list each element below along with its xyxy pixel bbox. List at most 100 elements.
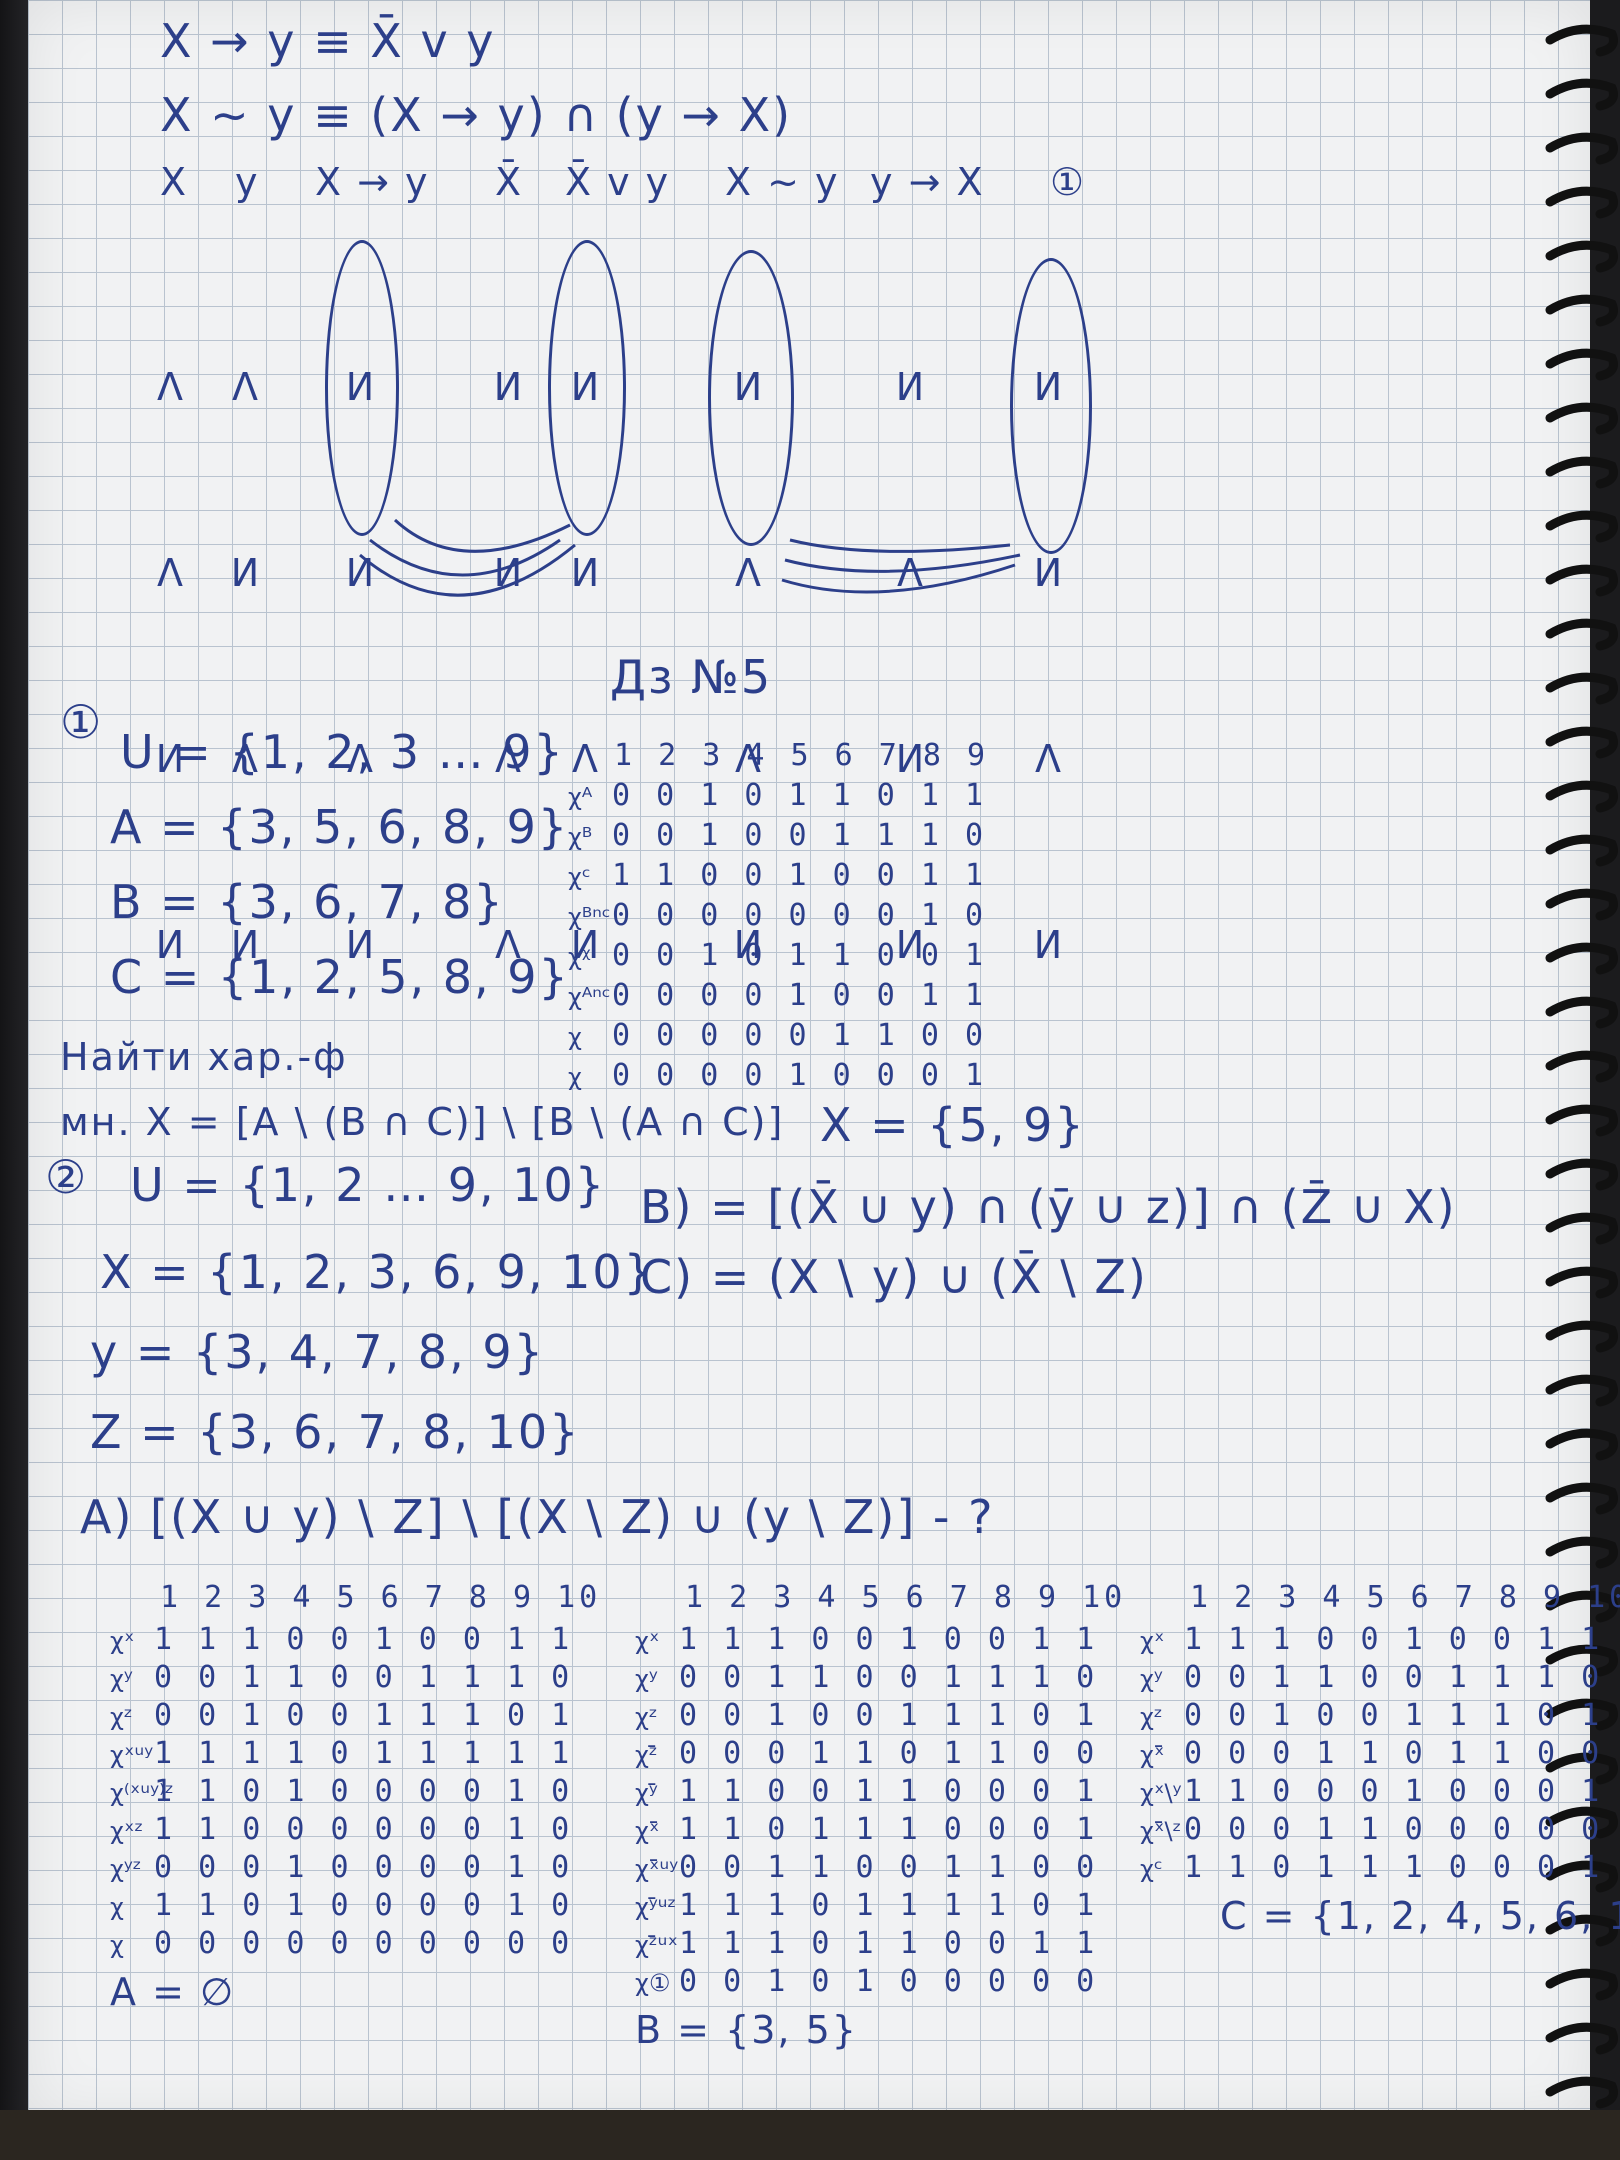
row-values: 0 0 1 1 0 0 1 1 1 0 xyxy=(1184,1660,1604,1695)
grid-row: χˣ̄ 1 1 0 1 1 1 0 0 0 1 xyxy=(635,1812,1126,1850)
set-b: B = {3, 6, 7, 8} xyxy=(110,875,505,929)
row-label: χˣᶻ xyxy=(110,1817,144,1845)
grid-header: 1 2 3 4 5 6 7 8 9 10 xyxy=(685,1580,1127,1615)
row-label: χˣ̄ xyxy=(1140,1741,1165,1769)
grid-b: 1 2 3 4 5 6 7 8 9 10 χˣ 1 1 1 0 0 1 0 0 1 … xyxy=(635,1580,1126,2052)
expression-c: C) = (X \ y) ∪ (X̄ \ Z) xyxy=(640,1250,1148,1304)
row-label: χʸ xyxy=(1140,1665,1163,1693)
grid-row: χ 0 0 0 0 0 0 0 0 0 0 xyxy=(110,1926,601,1964)
row-values: 0 0 1 0 1 1 0 0 1 xyxy=(612,938,988,973)
row-label: χᶻ xyxy=(110,1703,133,1731)
grid-row: χˣᵘʸ1 1 1 1 0 1 1 1 1 1 xyxy=(110,1736,601,1774)
row-label: χ xyxy=(568,1063,582,1091)
row-values: 1 1 1 0 1 1 1 1 0 1 xyxy=(679,1888,1099,1923)
row-label: χᶻ̄ᵘˣ xyxy=(635,1931,679,1959)
grid-row: χˣ\ʸ1 1 0 0 0 1 0 0 0 1 xyxy=(1140,1774,1620,1812)
set-u: U = {1, 2, 3 … 9} xyxy=(120,725,565,779)
grid-row: χˣ̄ 0 0 0 1 1 0 1 1 0 0 xyxy=(1140,1736,1620,1774)
grid-header: 1 2 3 4 5 6 7 8 9 xyxy=(614,738,990,773)
row-values: 0 0 1 0 1 1 0 1 1 xyxy=(612,778,988,813)
row-values: 1 1 0 1 0 0 0 0 1 0 xyxy=(154,1774,574,1809)
row-label: χˣᵘʸ xyxy=(110,1741,154,1769)
row-values: 0 0 0 1 1 0 0 0 0 0 xyxy=(1184,1812,1604,1847)
row-label: χˣ\ʸ xyxy=(1140,1779,1182,1807)
row-label: χʸ̄ᵘᶻ xyxy=(635,1893,677,1921)
row-values: 0 0 0 0 1 0 0 1 1 xyxy=(612,978,988,1013)
row-label: χ xyxy=(110,1893,124,1921)
row-label: χʸᶻ xyxy=(110,1855,142,1883)
grid-result: C = {1, 2, 4, 5, 6, 10} xyxy=(1220,1894,1620,1938)
row-values: 0 0 0 1 1 0 1 1 0 0 xyxy=(679,1736,1099,1771)
row-label: χᵡ xyxy=(568,943,591,971)
grid-row: χˣ̄ᵘʸ0 0 1 1 0 0 1 1 0 0 xyxy=(635,1850,1126,1888)
grid-row: χˣ 1 1 1 0 0 1 0 0 1 1 xyxy=(110,1622,601,1660)
row-values: 1 1 1 0 0 1 0 0 1 1 xyxy=(154,1622,574,1657)
row-label: χʸ̄ xyxy=(635,1779,658,1807)
task-number: ① xyxy=(60,695,104,749)
task-instruction: Найти хар.-ф xyxy=(60,1035,348,1079)
grid-row: χˣ 1 1 1 0 0 1 0 0 1 1 xyxy=(1140,1622,1620,1660)
grid-row: χ① 0 0 1 0 1 0 0 0 0 0 xyxy=(635,1964,1126,2002)
row-values: 1 1 0 0 0 0 0 0 1 0 xyxy=(154,1812,574,1847)
row-values: 0 0 1 0 0 1 1 1 0 1 xyxy=(154,1698,574,1733)
grid-row: χᶻ̄ᵘˣ1 1 1 0 1 1 0 0 1 1 xyxy=(635,1926,1126,1964)
desk-edge xyxy=(0,2110,1620,2160)
task-number: ② xyxy=(45,1150,89,1204)
row-values: 0 0 1 1 0 0 1 1 1 0 xyxy=(679,1660,1099,1695)
characteristic-grid: χᴬ 0 0 1 0 1 1 0 1 1 χᴮ 0 0 1 0 0 1 1 1 0 χᶜ… xyxy=(568,778,987,1098)
row-values: 1 1 0 1 1 1 0 0 0 1 xyxy=(679,1812,1099,1847)
row-label: χˣ xyxy=(1140,1627,1165,1655)
row-values: 0 0 1 0 0 1 1 1 0 1 xyxy=(1184,1698,1604,1733)
row-label: χ⁽ˣᵘʸ⁾ᶻ xyxy=(110,1779,174,1807)
row-values: 1 1 1 1 0 1 1 1 1 1 xyxy=(154,1736,574,1771)
row-values: 1 1 0 1 1 1 0 0 0 1 xyxy=(1184,1850,1604,1885)
set-a: A = {3, 5, 6, 8, 9} xyxy=(110,800,570,854)
grid-row: χˣ̄\ᶻ0 0 0 1 1 0 0 0 0 0 xyxy=(1140,1812,1620,1850)
grid-header: 1 2 3 4 5 6 7 8 9 10 xyxy=(160,1580,602,1615)
row-values: 0 0 0 0 0 1 1 0 0 xyxy=(612,1018,988,1053)
row-label: χˣ xyxy=(635,1627,660,1655)
grid-row: χ⁽ˣᵘʸ⁾ᶻ1 1 0 1 0 0 0 0 1 0 xyxy=(110,1774,601,1812)
row-values: 0 0 0 1 1 0 1 1 0 0 xyxy=(1184,1736,1604,1771)
connector-arcs-icon xyxy=(359,518,1021,597)
row-values: 0 0 0 1 0 0 0 0 1 0 xyxy=(154,1850,574,1885)
tt-cell: Λ xyxy=(1035,737,1061,781)
grid-row: χʸ 0 0 1 1 0 0 1 1 1 0 xyxy=(635,1660,1126,1698)
row-values: 0 0 0 0 0 0 0 0 0 0 xyxy=(154,1926,574,1961)
row-label: χᶻ̄ xyxy=(635,1741,658,1769)
grid-row: χᴮ 0 0 1 0 0 1 1 1 0 xyxy=(568,818,987,858)
row-label: χˣ̄ᵘʸ xyxy=(635,1855,679,1883)
tt-cell: И xyxy=(1033,923,1063,967)
grid-row: χʸ̄ 1 1 0 0 1 1 0 0 0 1 xyxy=(635,1774,1126,1812)
row-label: χᴬⁿᶜ xyxy=(568,983,611,1011)
grid-row: χʸ 0 0 1 1 0 0 1 1 1 0 xyxy=(1140,1660,1620,1698)
grid-row: χʸ 0 0 1 1 0 0 1 1 1 0 xyxy=(110,1660,601,1698)
row-values: 1 1 0 1 0 0 0 0 1 0 xyxy=(154,1888,574,1923)
row-label: χˣ xyxy=(110,1627,135,1655)
row-values: 1 1 1 0 1 1 0 0 1 1 xyxy=(679,1926,1099,1961)
set-u: U = {1, 2 … 9, 10} xyxy=(130,1158,607,1212)
set-y: y = {3, 4, 7, 8, 9} xyxy=(90,1325,545,1379)
grid-row: χ 0 0 0 0 1 0 0 0 1 xyxy=(568,1058,987,1098)
grid-row: χᶜ 1 1 0 1 1 1 0 0 0 1 xyxy=(1140,1850,1620,1888)
grid-row: χᴬⁿᶜ0 0 0 0 1 0 0 1 1 xyxy=(568,978,987,1018)
grid-row: χ 0 0 0 0 0 1 1 0 0 xyxy=(568,1018,987,1058)
row-label: χᴬ xyxy=(568,783,593,811)
expression-b: B) = [(X̄ ∪ y) ∩ (ȳ ∪ z)] ∩ (Z̄ ∪ X) xyxy=(640,1180,1457,1234)
row-label: χᴮ xyxy=(568,823,593,851)
row-label: χᶻ xyxy=(635,1703,658,1731)
homework-title: Дз №5 xyxy=(610,650,773,704)
row-label: χᶻ xyxy=(1140,1703,1163,1731)
row-label: χ xyxy=(110,1931,124,1959)
row-label: χʸ xyxy=(110,1665,133,1693)
grid-result: B = {3, 5} xyxy=(635,2008,858,2052)
grid-a: 1 2 3 4 5 6 7 8 9 10 χˣ 1 1 1 0 0 1 0 0 1 … xyxy=(110,1580,601,2014)
grid-row: χˣ 1 1 1 0 0 1 0 0 1 1 xyxy=(635,1622,1126,1660)
row-values: 0 0 0 0 1 0 0 0 1 xyxy=(612,1058,988,1093)
row-values: 0 0 1 1 0 0 1 1 1 0 xyxy=(154,1660,574,1695)
grid-row: χᶻ̄ 0 0 0 1 1 0 1 1 0 0 xyxy=(635,1736,1126,1774)
grid-row: χᴮⁿᶜ0 0 0 0 0 0 0 1 0 xyxy=(568,898,987,938)
grid-row: χᶻ 0 0 1 0 0 1 1 1 0 1 xyxy=(110,1698,601,1736)
expression-a: A) [(X ∪ y) \ Z] \ [(X \ Z) ∪ (y \ Z)] -… xyxy=(80,1490,995,1544)
row-label: χʸ xyxy=(635,1665,658,1693)
